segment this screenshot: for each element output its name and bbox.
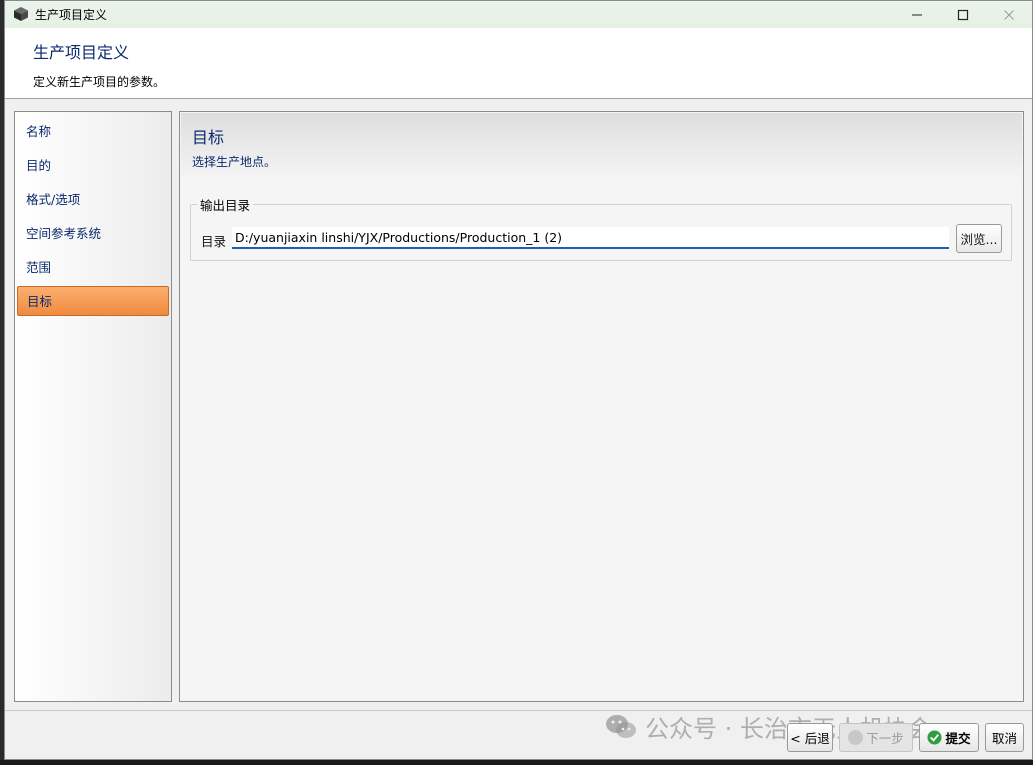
dialog-subtitle: 定义新生产项目的参数。	[33, 75, 166, 89]
submit-button[interactable]: 提交	[919, 723, 979, 752]
taskbar-strip	[0, 760, 1033, 765]
app-cube-icon	[14, 7, 28, 21]
next-button[interactable]: 下一步	[839, 723, 913, 752]
submit-label: 提交	[945, 731, 971, 746]
output-directory-group: 输出目录 目录 浏览...	[190, 195, 1012, 261]
dialog-title: 生产项目定义	[33, 43, 130, 62]
group-label: 输出目录	[197, 195, 254, 214]
browse-button[interactable]: 浏览...	[956, 224, 1002, 253]
minimize-icon	[912, 14, 922, 15]
wechat-icon	[606, 714, 636, 738]
step-subtitle: 选择生产地点。	[192, 155, 277, 169]
window-title: 生产项目定义	[35, 8, 108, 22]
wizard-steps-sidebar: 名称 目的 格式/选项 空间参考系统 范围 目标	[14, 111, 172, 702]
sidebar-item-name[interactable]: 名称	[17, 117, 169, 147]
directory-input[interactable]	[232, 227, 949, 249]
step-title: 目标	[192, 128, 225, 147]
sidebar-item-spatial-reference[interactable]: 空间参考系统	[17, 219, 169, 249]
close-button[interactable]	[986, 1, 1032, 28]
sidebar-item-format-options[interactable]: 格式/选项	[17, 185, 169, 215]
cancel-label: 取消	[991, 731, 1017, 746]
submit-check-icon	[927, 730, 943, 745]
dialog-header: 生产项目定义 定义新生产项目的参数。	[5, 28, 1032, 99]
back-button[interactable]: < 后退	[787, 723, 833, 752]
maximize-icon	[957, 9, 969, 20]
next-arrow-icon	[848, 730, 864, 745]
step-header: 目标 选择生产地点。	[181, 113, 1022, 181]
next-label: 下一步	[866, 731, 904, 746]
directory-label: 目录	[201, 234, 227, 249]
sidebar-item-extent[interactable]: 范围	[17, 253, 169, 283]
maximize-button[interactable]	[940, 1, 986, 28]
title-bar: 生产项目定义	[5, 1, 1032, 28]
production-definition-dialog: 生产项目定义 生产项目定义 定义新生产项目的参数。 名称 目的 格式/选项 空间…	[4, 0, 1033, 760]
minimize-button[interactable]	[894, 1, 940, 28]
cancel-button[interactable]: 取消	[985, 723, 1024, 752]
back-label: < 后退	[790, 731, 830, 746]
step-content-panel: 目标 选择生产地点。 输出目录 目录 浏览...	[179, 111, 1024, 702]
close-icon	[1004, 9, 1014, 20]
sidebar-item-target[interactable]: 目标	[17, 286, 169, 316]
sidebar-item-purpose[interactable]: 目的	[17, 151, 169, 181]
